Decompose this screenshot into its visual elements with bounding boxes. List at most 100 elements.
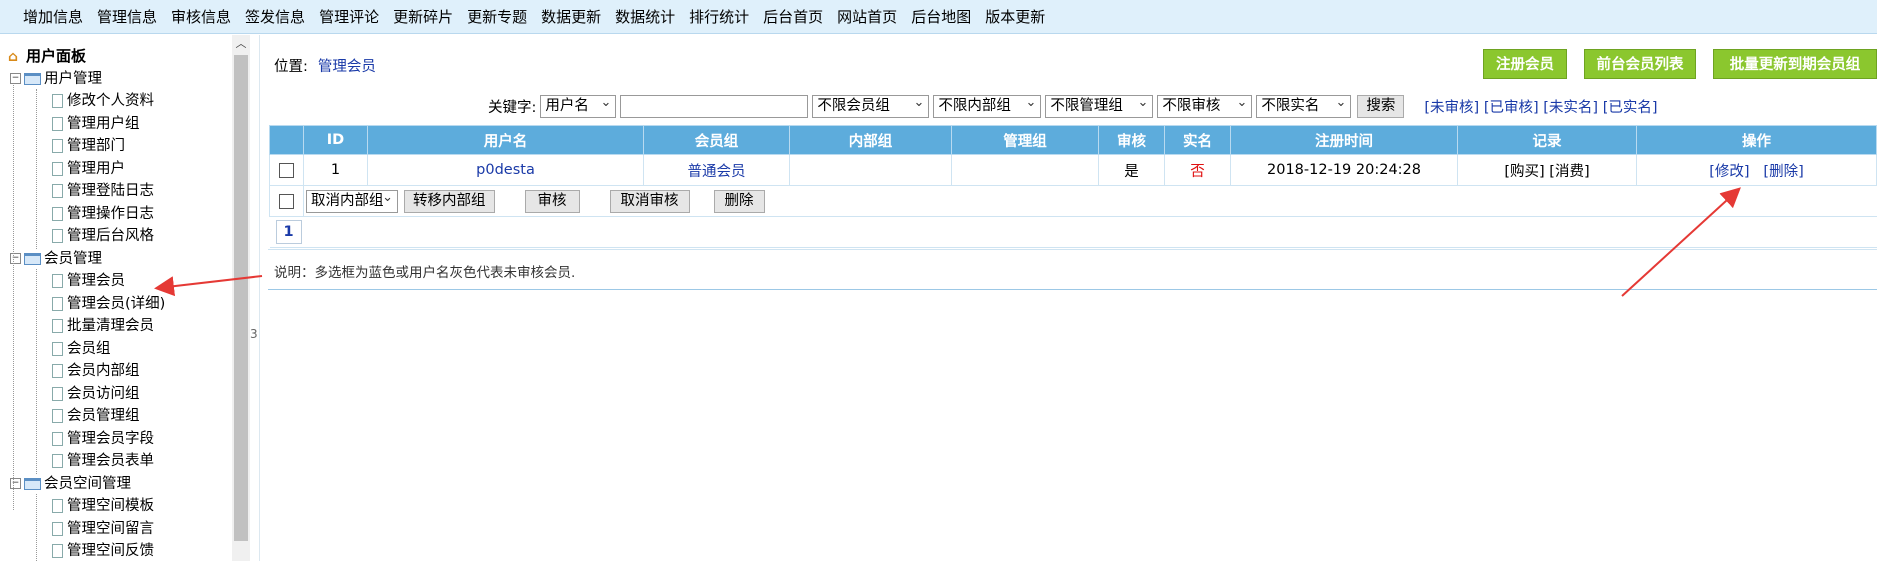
select-all-checkbox[interactable] <box>279 193 294 209</box>
menu-update-topics[interactable]: 更新专题 <box>467 6 527 27</box>
breadcrumb-link[interactable]: 管理会员 <box>318 59 376 75</box>
register-member-button[interactable]: 注册会员 <box>1483 49 1567 79</box>
tree-item-member-forms[interactable]: 管理会员表单 <box>8 450 230 473</box>
tree-item-space-messages[interactable]: 管理空间留言 <box>8 518 230 541</box>
main-panel: 位置:管理会员 注册会员 前台会员列表 批量更新到期会员组 关键字: 用户名 不… <box>268 35 1877 561</box>
bulk-inner-group-select[interactable]: 取消内部组 <box>306 187 398 213</box>
folder-icon <box>24 252 41 265</box>
field-select[interactable]: 用户名 <box>540 92 617 118</box>
menu-rank-stats[interactable]: 排行统计 <box>689 6 749 27</box>
document-icon <box>52 94 63 108</box>
collapse-icon[interactable]: − <box>10 253 21 264</box>
member-table: ID 用户名 会员组 内部组 管理组 审核 实名 注册时间 记录 操作 1 p0… <box>269 125 1877 248</box>
tree-connector <box>36 89 37 249</box>
tree-item-departments[interactable]: 管理部门 <box>8 135 230 158</box>
menu-manage-comments[interactable]: 管理评论 <box>319 6 379 27</box>
document-icon <box>52 364 63 378</box>
tree-item-users[interactable]: 管理用户 <box>8 158 230 181</box>
document-icon <box>52 499 63 513</box>
document-icon <box>52 454 63 468</box>
collapse-icon[interactable]: − <box>10 73 21 84</box>
menu-data-update[interactable]: 数据更新 <box>541 6 601 27</box>
tree-item-manage-members[interactable]: 管理会员 <box>8 270 230 293</box>
menu-add-info[interactable]: 增加信息 <box>23 6 83 27</box>
menu-admin-map[interactable]: 后台地图 <box>911 6 971 27</box>
tree-group-space[interactable]: − 会员空间管理 <box>8 473 230 496</box>
filter-verified-link[interactable]: [已实名] <box>1603 100 1658 116</box>
tree-item-inner-groups[interactable]: 会员内部组 <box>8 360 230 383</box>
header-username: 用户名 <box>367 125 644 155</box>
keyword-input[interactable] <box>620 94 809 118</box>
move-inner-group-button[interactable]: 转移内部组 <box>404 189 495 213</box>
row-checkbox[interactable] <box>279 162 294 178</box>
search-button[interactable]: 搜索 <box>1357 94 1405 118</box>
tree-item-space-templates[interactable]: 管理空间模板 <box>8 495 230 518</box>
edit-link[interactable]: [修改] <box>1709 164 1749 180</box>
document-icon <box>52 206 63 221</box>
document-icon <box>52 229 63 243</box>
header-admin-group: 管理组 <box>951 125 1099 155</box>
batch-update-button[interactable]: 批量更新到期会员组 <box>1713 49 1877 79</box>
menu-data-stats[interactable]: 数据统计 <box>615 6 675 27</box>
header-realname: 实名 <box>1164 125 1231 155</box>
menu-version-update[interactable]: 版本更新 <box>985 6 1045 27</box>
tree-group-user[interactable]: − 用户管理 <box>8 68 230 91</box>
menu-site-home[interactable]: 网站首页 <box>837 6 897 27</box>
document-icon <box>52 431 63 446</box>
menu-admin-home[interactable]: 后台首页 <box>763 6 823 27</box>
scroll-up-icon[interactable]: ︿ <box>232 35 250 53</box>
realname-select[interactable]: 不限实名 <box>1256 92 1352 118</box>
tree-group-member[interactable]: − 会员管理 <box>8 248 230 271</box>
header-reg-time: 注册时间 <box>1230 125 1458 155</box>
frame-splitter[interactable]: 3 <box>250 35 260 561</box>
tree-item-admin-groups[interactable]: 会员管理组 <box>8 405 230 428</box>
audit-select[interactable]: 不限审核 <box>1157 92 1253 118</box>
tree-item-edit-profile[interactable]: 修改个人资料 <box>8 90 230 113</box>
tree-item-login-log[interactable]: 管理登陆日志 <box>8 180 230 203</box>
audit-button[interactable]: 审核 <box>524 189 580 213</box>
sidebar-scrollbar[interactable]: ︿ <box>232 35 250 561</box>
filter-unverified-link[interactable]: [未实名] <box>1543 100 1598 116</box>
document-icon <box>52 386 63 401</box>
tree-item-batch-clean[interactable]: 批量清理会员 <box>8 315 230 338</box>
tree-item-admin-style[interactable]: 管理后台风格 <box>8 225 230 248</box>
divider <box>268 289 1877 290</box>
tree-item-operation-log[interactable]: 管理操作日志 <box>8 203 230 226</box>
cancel-audit-button[interactable]: 取消审核 <box>609 189 690 213</box>
bulk-delete-button[interactable]: 删除 <box>713 189 765 213</box>
header-records: 记录 <box>1457 125 1637 155</box>
spend-record-link[interactable]: [消费] <box>1549 164 1589 180</box>
menu-sign-info[interactable]: 签发信息 <box>245 6 305 27</box>
member-group-link[interactable]: 普通会员 <box>688 164 746 180</box>
page-number[interactable]: 1 <box>275 220 302 244</box>
menu-update-fragments[interactable]: 更新碎片 <box>393 6 453 27</box>
document-icon <box>52 409 63 423</box>
inner-group-select[interactable]: 不限内部组 <box>933 92 1042 118</box>
admin-group-select[interactable]: 不限管理组 <box>1045 92 1154 118</box>
filter-audited-link[interactable]: [已审核] <box>1484 100 1539 116</box>
home-icon: ⌂ <box>8 48 19 65</box>
pager-row: 1 <box>269 216 1877 248</box>
username-link[interactable]: p0desta <box>476 162 535 178</box>
cell-inner-group <box>789 154 952 186</box>
tree-item-space-feedback[interactable]: 管理空间反馈 <box>8 540 230 561</box>
delete-link[interactable]: [删除] <box>1763 164 1803 180</box>
tree-item-manage-members-detail[interactable]: 管理会员(详细) <box>8 293 230 316</box>
collapse-icon[interactable]: − <box>10 478 21 489</box>
tree-root: ⌂ 用户面板 <box>8 45 230 68</box>
menu-manage-info[interactable]: 管理信息 <box>97 6 157 27</box>
tree-item-user-groups[interactable]: 管理用户组 <box>8 113 230 136</box>
menu-audit-info[interactable]: 审核信息 <box>171 6 231 27</box>
document-icon <box>52 296 63 311</box>
scroll-thumb[interactable] <box>234 55 248 541</box>
filter-unaudited-link[interactable]: [未审核] <box>1424 100 1479 116</box>
header-inner-group: 内部组 <box>789 125 952 155</box>
tree-item-visit-groups[interactable]: 会员访问组 <box>8 383 230 406</box>
buy-record-link[interactable]: [购买] <box>1504 164 1544 180</box>
member-list-button[interactable]: 前台会员列表 <box>1584 49 1696 79</box>
tree-item-member-groups[interactable]: 会员组 <box>8 338 230 361</box>
member-group-select[interactable]: 不限会员组 <box>812 92 930 118</box>
tree-item-member-fields[interactable]: 管理会员字段 <box>8 428 230 451</box>
document-icon <box>52 274 63 288</box>
top-menu: 增加信息 管理信息 审核信息 签发信息 管理评论 更新碎片 更新专题 数据更新 … <box>0 0 1877 34</box>
